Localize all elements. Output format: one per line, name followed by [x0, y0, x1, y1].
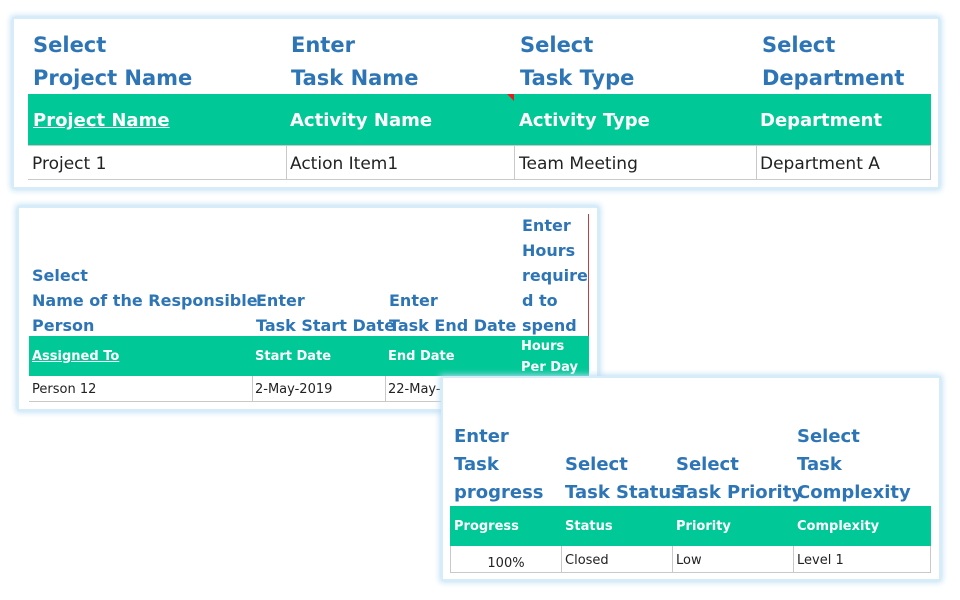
instruction-line: Task Type [520, 66, 635, 90]
column-divider [385, 376, 386, 402]
column-divider [588, 214, 589, 336]
instruction-line: Task Priority [676, 482, 804, 503]
instruction-line: Task [454, 454, 499, 475]
column-divider [672, 546, 673, 573]
cell-assigned-to[interactable]: Person 12 [32, 382, 96, 397]
instruction-progress: Enter Task progress [454, 423, 544, 507]
instruction-line: d to [522, 291, 558, 310]
instruction-line: Task End Date [389, 316, 517, 335]
instruction-project-name: Select Project Name [33, 29, 192, 95]
instruction-line: Project Name [33, 66, 193, 90]
instruction-line: Department [762, 66, 905, 90]
instruction-complexity: Select Task Complexity [797, 423, 911, 507]
column-divider [561, 546, 562, 573]
instruction-line: Enter [522, 216, 571, 235]
instruction-line: Select [33, 33, 107, 57]
instruction-line: Select [32, 266, 88, 285]
row-divider [28, 145, 931, 146]
cell-activity-type[interactable]: Team Meeting [519, 154, 638, 174]
column-header-priority[interactable]: Priority [676, 519, 731, 534]
instruction-line: Task Name [291, 66, 419, 90]
instruction-line: Select [676, 454, 739, 475]
column-header-end-date[interactable]: End Date [388, 349, 455, 364]
instruction-line: Complexity [797, 482, 911, 503]
instruction-line: Name of the Responsible [32, 291, 258, 310]
status-panel: Enter Task progress Select Task Status S… [443, 378, 939, 579]
column-header-activity-type[interactable]: Activity Type [519, 110, 650, 131]
instruction-priority: Select Task Priority [676, 451, 803, 507]
instruction-line: Select [565, 454, 628, 475]
instruction-line: Select [797, 426, 860, 447]
cell-complexity[interactable]: Level 1 [797, 553, 844, 568]
instruction-line: Person [32, 316, 95, 335]
column-divider [252, 376, 253, 402]
task-details-panel: Select Project Name Enter Task Name Sele… [14, 19, 938, 187]
cell-activity-name[interactable]: Action Item1 [290, 154, 398, 174]
instruction-line: Task Status [565, 482, 682, 503]
column-header-department[interactable]: Department [760, 110, 882, 131]
instruction-task-name: Enter Task Name [291, 29, 418, 95]
cell-end-date[interactable]: 22-May-2 [388, 382, 449, 397]
instruction-line: Enter [291, 33, 355, 57]
instruction-status: Select Task Status [565, 451, 682, 507]
instruction-line: Enter [389, 291, 438, 310]
column-header-activity-name[interactable]: Activity Name [290, 110, 432, 131]
instruction-line: Task [797, 454, 842, 475]
instruction-hours: Enter Hours require d to spend [522, 213, 588, 338]
instruction-department: Select Department [762, 29, 904, 95]
column-header-start-date[interactable]: Start Date [255, 349, 331, 364]
instruction-line: Enter [256, 291, 305, 310]
column-divider [286, 145, 287, 180]
comment-indicator-icon[interactable] [507, 94, 514, 101]
instruction-start-date: Enter Task Start Date [256, 288, 395, 338]
cell-priority[interactable]: Low [676, 553, 702, 568]
column-divider [514, 145, 515, 180]
column-header-complexity[interactable]: Complexity [797, 519, 879, 534]
column-header-assigned-to[interactable]: Assigned To [32, 349, 119, 364]
column-divider [930, 145, 931, 180]
instruction-line: progress [454, 482, 544, 503]
column-header-hours-per-day[interactable]: Hours [521, 339, 564, 354]
instruction-line: require [522, 266, 588, 285]
row-divider [28, 179, 931, 180]
instruction-line: spend [522, 316, 577, 335]
column-divider [930, 546, 931, 573]
column-divider [793, 546, 794, 573]
instruction-responsible-person: Select Name of the Responsible Person [32, 263, 258, 338]
cell-department[interactable]: Department A [760, 154, 880, 174]
cell-status[interactable]: Closed [565, 553, 609, 568]
column-header-project-name[interactable]: Project Name [33, 110, 170, 131]
instruction-task-type: Select Task Type [520, 29, 634, 95]
cell-project-name[interactable]: Project 1 [32, 154, 106, 174]
instruction-line: Enter [454, 426, 509, 447]
instruction-end-date: Enter Task End Date [389, 288, 516, 338]
row-divider [450, 572, 931, 573]
cell-progress[interactable]: 100% [451, 556, 561, 571]
column-header-progress[interactable]: Progress [454, 519, 519, 534]
instruction-line: Select [762, 33, 836, 57]
instruction-line: Select [520, 33, 594, 57]
column-header-status[interactable]: Status [565, 519, 613, 534]
cell-start-date[interactable]: 2-May-2019 [255, 382, 332, 397]
column-divider [756, 145, 757, 180]
instruction-line: Hours [522, 241, 576, 260]
instruction-line: Task Start Date [256, 316, 396, 335]
column-header-hours-per-day-line2[interactable]: Per Day [521, 360, 578, 375]
